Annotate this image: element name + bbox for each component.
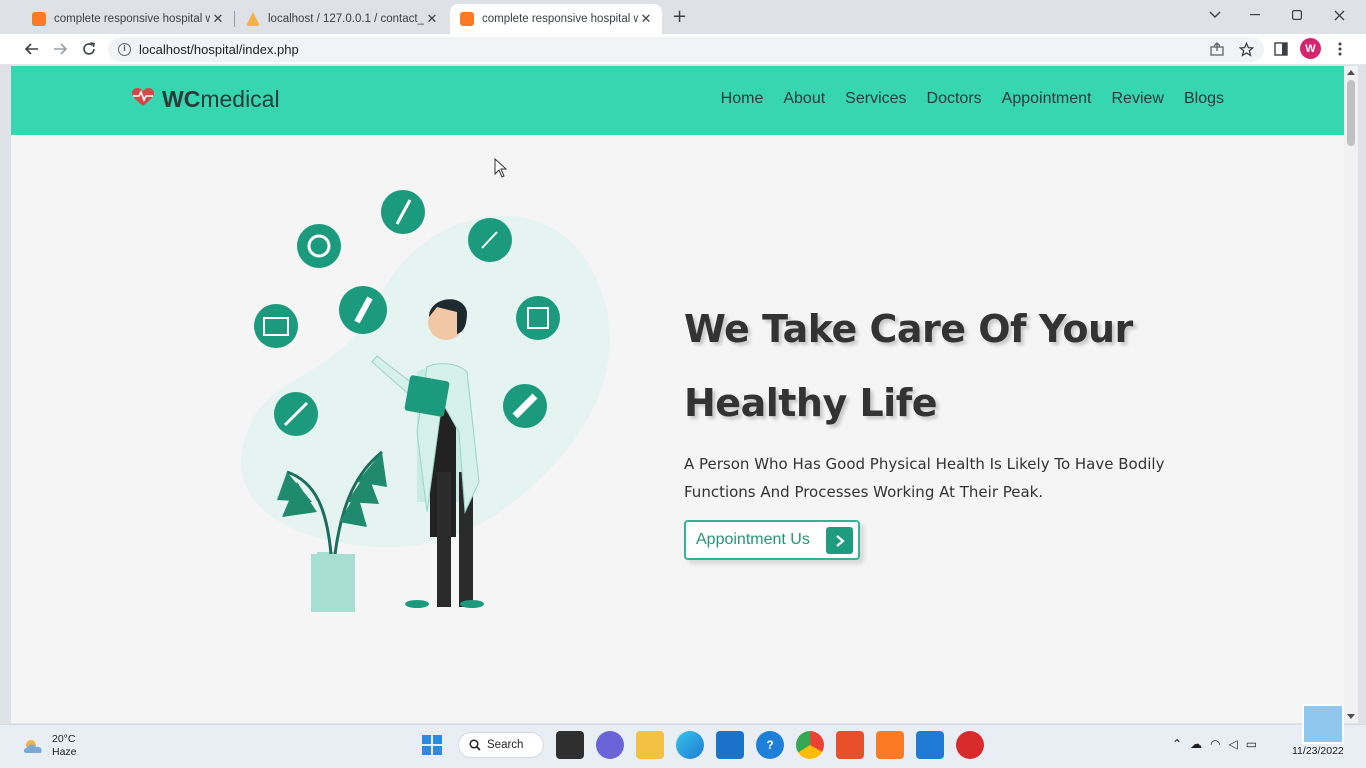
search-label: Search xyxy=(487,739,524,751)
tab-title: complete responsive hospital w xyxy=(482,13,638,25)
address-bar[interactable]: i localhost/hospital/index.php xyxy=(108,37,1264,62)
tab-divider xyxy=(234,11,235,27)
hero-text: We Take Care Of Your Healthy Life A Pers… xyxy=(684,292,1244,506)
browser-toolbar: i localhost/hospital/index.php xyxy=(0,34,1366,65)
onedrive-cloud-icon[interactable]: ☁ xyxy=(1190,737,1202,751)
chevron-up-icon[interactable]: ⌃ xyxy=(1172,737,1182,751)
scroll-thumb[interactable] xyxy=(1347,80,1355,146)
xampp-icon xyxy=(32,12,46,26)
chevron-right-icon xyxy=(826,527,853,554)
site-logo[interactable]: WC medical xyxy=(131,86,280,113)
nav-appointment[interactable]: Appointment xyxy=(1002,90,1092,108)
browser-tab-1[interactable]: complete responsive hospital w ✕ xyxy=(22,4,234,34)
nav-about[interactable]: About xyxy=(783,90,825,108)
nav-services[interactable]: Services xyxy=(845,90,906,108)
hero-subtitle-line-2: Functions And Processes Working At Their… xyxy=(684,483,1044,501)
forward-arrow-icon[interactable] xyxy=(50,39,70,59)
doctor-illustration xyxy=(241,190,610,612)
office-icon[interactable] xyxy=(836,731,864,759)
nav-review[interactable]: Review xyxy=(1112,90,1164,108)
nav-doctors[interactable]: Doctors xyxy=(927,90,982,108)
reload-icon[interactable] xyxy=(79,39,99,59)
back-arrow-icon[interactable] xyxy=(22,39,42,59)
tab-strip: complete responsive hospital w ✕ localho… xyxy=(0,0,1366,34)
webcam-overlay xyxy=(1302,704,1344,744)
tab-title: localhost / 127.0.0.1 / contact_d xyxy=(268,13,424,25)
xampp-icon xyxy=(460,12,474,26)
windows-taskbar: 20°C Haze Search ? ⌃ ☁ ◠ ◁ ▭ 11/23/2022 xyxy=(0,724,1366,768)
scroll-down-arrow-icon[interactable] xyxy=(1347,714,1355,719)
windows-start-icon[interactable] xyxy=(418,731,446,759)
hero-subtitle: A Person Who Has Good Physical Health Is… xyxy=(684,450,1244,506)
menu-kebab-icon[interactable] xyxy=(1330,39,1350,59)
weather-widget[interactable]: 20°C Haze xyxy=(22,733,77,759)
system-tray: ⌃ ☁ ◠ ◁ ▭ xyxy=(1172,737,1257,751)
teams-chat-icon[interactable] xyxy=(596,731,624,759)
weather-temp: 20°C xyxy=(52,733,76,745)
side-panel-icon[interactable] xyxy=(1271,39,1291,59)
chrome-icon[interactable] xyxy=(796,731,824,759)
store-icon[interactable] xyxy=(716,731,744,759)
appointment-us-button[interactable]: Appointment Us xyxy=(684,520,860,560)
calendar-badge-icon xyxy=(254,304,298,348)
search-icon xyxy=(469,739,481,751)
close-tab-icon[interactable]: ✕ xyxy=(638,12,654,27)
page-scrollbar[interactable] xyxy=(1344,66,1358,723)
browser-tab-2[interactable]: localhost / 127.0.0.1 / contact_d ✕ xyxy=(236,4,448,34)
page-viewport: WC medical Home About Services Doctors Ap… xyxy=(11,66,1344,723)
new-tab-button[interactable]: + xyxy=(672,6,687,27)
share-icon[interactable] xyxy=(1207,39,1227,59)
brand-rest: medical xyxy=(200,86,280,112)
heartbeat-icon xyxy=(131,86,155,113)
hero-title: We Take Care Of Your Healthy Life xyxy=(684,292,1244,440)
volume-icon[interactable]: ◁ xyxy=(1229,737,1238,751)
maximize-icon[interactable] xyxy=(1276,0,1318,30)
ring-badge-icon xyxy=(297,224,341,268)
nav-home[interactable]: Home xyxy=(721,90,764,108)
cta-label: Appointment Us xyxy=(696,531,810,548)
vscode-icon[interactable] xyxy=(916,731,944,759)
task-view-icon[interactable] xyxy=(556,731,584,759)
tab-title: complete responsive hospital w xyxy=(54,13,210,25)
mouse-cursor-icon xyxy=(494,158,508,178)
scroll-up-arrow-icon[interactable] xyxy=(1347,70,1355,75)
tab-search-icon[interactable] xyxy=(1194,0,1236,30)
phpmyadmin-icon xyxy=(246,12,260,26)
taskbar-search[interactable]: Search xyxy=(458,732,544,758)
haze-cloud-icon xyxy=(23,740,42,753)
close-tab-icon[interactable]: ✕ xyxy=(210,12,226,27)
nav-blogs[interactable]: Blogs xyxy=(1184,90,1224,108)
close-tab-icon[interactable]: ✕ xyxy=(424,12,440,27)
site-info-icon[interactable]: i xyxy=(118,43,131,56)
brand-bold: WC xyxy=(162,86,201,112)
browser-tab-3-active[interactable]: complete responsive hospital w ✕ xyxy=(450,4,662,34)
wifi-icon[interactable]: ◠ xyxy=(1210,737,1220,751)
bandage-badge-icon xyxy=(516,296,560,340)
hero-title-line-2: Healthy Life xyxy=(684,381,938,425)
help-icon[interactable]: ? xyxy=(756,731,784,759)
minimize-icon[interactable] xyxy=(1234,0,1276,30)
url-text[interactable]: localhost/hospital/index.php xyxy=(139,42,299,57)
hero-title-line-1: We Take Care Of Your xyxy=(684,307,1133,351)
battery-icon[interactable]: ▭ xyxy=(1246,737,1257,751)
edge-browser-icon[interactable] xyxy=(676,731,704,759)
hero-subtitle-line-1: A Person Who Has Good Physical Health Is… xyxy=(684,455,1165,473)
taskbar-apps: Search ? xyxy=(418,731,984,759)
screen: complete responsive hospital w ✕ localho… xyxy=(0,0,1366,768)
file-explorer-icon[interactable] xyxy=(636,731,664,759)
close-window-icon[interactable] xyxy=(1318,0,1360,30)
site-header: WC medical Home About Services Doctors Ap… xyxy=(11,66,1344,135)
taskbar-date[interactable]: 11/23/2022 xyxy=(1292,745,1344,757)
screen-recorder-icon[interactable] xyxy=(956,731,984,759)
weather-desc: Haze xyxy=(52,746,77,758)
bookmark-star-icon[interactable] xyxy=(1236,39,1256,59)
xampp-taskbar-icon[interactable] xyxy=(876,731,904,759)
main-nav: Home About Services Doctors Appointment … xyxy=(721,90,1224,108)
profile-avatar[interactable]: W xyxy=(1300,38,1321,59)
